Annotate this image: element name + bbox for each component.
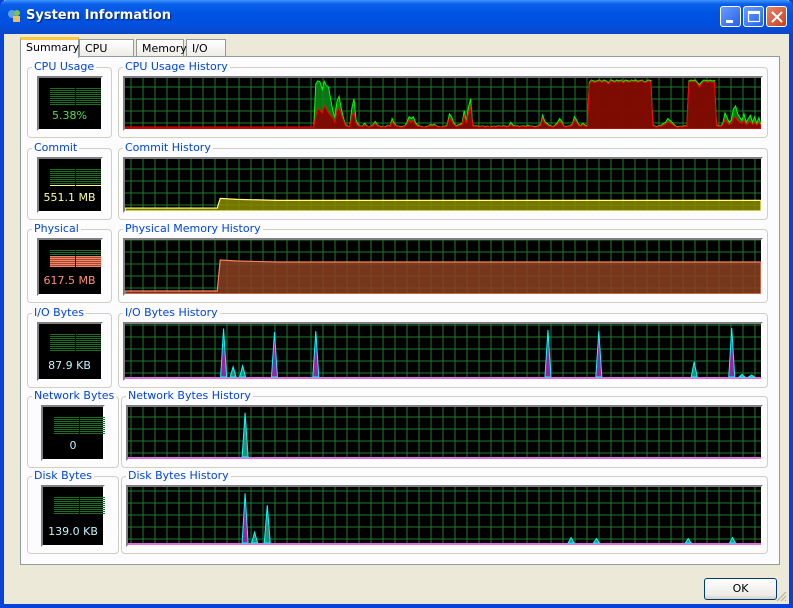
baseline <box>128 457 761 459</box>
network-bytes-meter: 0 <box>41 405 105 461</box>
network-bytes-history-group: Network Bytes History <box>121 389 768 468</box>
system-information-window: System Information Summary CPU Memory I/… <box>0 0 793 608</box>
tab-io[interactable]: I/O <box>186 39 226 57</box>
cpu-usage-meter-bars <box>49 88 101 105</box>
commit-history-group: Commit History <box>118 141 768 220</box>
maximize-button[interactable] <box>743 6 764 27</box>
ok-button[interactable]: OK <box>704 578 777 600</box>
close-button[interactable] <box>766 6 787 27</box>
spike <box>312 331 320 378</box>
disk-bytes-history-label: Disk Bytes History <box>126 469 231 482</box>
commit-meter-label: Commit <box>32 141 80 154</box>
physical-chart-svg <box>125 240 761 294</box>
physical-history-graph <box>123 238 763 296</box>
title-bar[interactable]: System Information <box>0 0 793 34</box>
maximize-icon <box>747 10 761 23</box>
network-bytes-history-label: Network Bytes History <box>126 389 253 402</box>
io-bytes-chart-svg <box>125 324 761 379</box>
spike <box>263 505 271 544</box>
commit-chart-svg <box>125 159 761 211</box>
physical-meter-group: Physical 617.5 MB <box>27 222 112 303</box>
cpu-usage-history-graph <box>123 76 763 131</box>
spike <box>567 536 575 544</box>
network-bytes-meter-label: Network Bytes <box>32 389 117 402</box>
tab-summary[interactable]: Summary <box>20 37 79 58</box>
commit-meter-value: 551.1 MB <box>43 191 96 204</box>
io-bytes-meter-bars <box>49 334 101 351</box>
network-bytes-chart-svg <box>128 407 761 459</box>
commit-series <box>125 197 761 211</box>
spike <box>270 332 278 378</box>
spike <box>229 365 237 378</box>
io-bytes-meter-group: I/O Bytes 87.9 KB <box>27 306 112 388</box>
disk-bytes-meter-group: Disk Bytes 139.0 KB <box>27 469 119 554</box>
window-title: System Information <box>26 8 171 23</box>
spike <box>241 493 249 544</box>
physical-meter: 617.5 MB <box>36 238 103 296</box>
spike <box>746 374 757 378</box>
tab-memory[interactable]: Memory <box>136 39 187 57</box>
tab-cpu[interactable]: CPU <box>79 39 134 57</box>
baseline <box>128 543 761 545</box>
disk-bytes-meter: 139.0 KB <box>41 485 105 547</box>
network-bytes-meter-group: Network Bytes 0 <box>27 389 119 468</box>
spike <box>250 530 259 544</box>
physical-meter-bars <box>49 250 101 267</box>
network-bytes-meter-bars <box>54 417 105 434</box>
disk-bytes-meter-label: Disk Bytes <box>32 469 94 482</box>
cpu-usage-meter-group: CPU Usage 5.38% <box>27 60 112 138</box>
physical-history-label: Physical Memory History <box>123 222 263 235</box>
summary-panel: CPU Usage 5.38% CPU Usage History Commit 551… <box>20 56 780 565</box>
physical-meter-value: 617.5 MB <box>43 274 96 287</box>
io-bytes-meter-label: I/O Bytes <box>32 306 86 319</box>
network-bytes-history-graph <box>126 405 763 461</box>
resize-grip-icon[interactable] <box>775 590 787 602</box>
cpu-usage-history-label: CPU Usage History <box>123 60 230 73</box>
physical-series <box>125 259 761 294</box>
io-bytes-meter-value: 87.9 KB <box>48 359 91 372</box>
spike <box>690 361 698 378</box>
spike <box>220 328 228 378</box>
close-icon <box>771 11 783 23</box>
cpu-usage-chart-svg <box>125 78 761 129</box>
system-info-icon <box>8 10 20 22</box>
commit-meter-bars <box>49 169 101 186</box>
physical-history-group: Physical Memory History <box>118 222 768 303</box>
io-bytes-history-group: I/O Bytes History <box>118 306 768 388</box>
spike <box>241 412 249 458</box>
physical-meter-label: Physical <box>32 222 81 235</box>
spike <box>728 328 736 378</box>
disk-bytes-meter-value: 139.0 KB <box>48 525 98 538</box>
commit-meter-group: Commit 551.1 MB <box>27 141 112 220</box>
io-bytes-history-label: I/O Bytes History <box>123 306 220 319</box>
network-bytes-meter-value: 0 <box>69 439 77 452</box>
cpu-usage-history-group: CPU Usage History <box>118 60 768 138</box>
spike <box>737 373 747 378</box>
io-bytes-history-graph <box>123 322 763 381</box>
spike <box>728 536 737 544</box>
spike <box>595 331 603 378</box>
disk-bytes-meter-bars <box>54 497 105 514</box>
spike <box>239 363 247 378</box>
minimize-button[interactable] <box>720 6 741 27</box>
disk-bytes-history-group: Disk Bytes History <box>121 469 768 554</box>
commit-history-label: Commit History <box>123 141 213 154</box>
cpu-usage-meter: 5.38% <box>36 76 103 131</box>
disk-bytes-history-graph <box>126 485 763 547</box>
cpu-usage-meter-label: CPU Usage <box>32 60 97 73</box>
disk-bytes-chart-svg <box>128 487 761 545</box>
minimize-icon <box>726 20 733 23</box>
commit-history-graph <box>123 157 763 213</box>
io-bytes-meter: 87.9 KB <box>36 322 103 381</box>
commit-meter: 551.1 MB <box>36 157 103 213</box>
cpu-usage-meter-value: 5.38% <box>52 109 87 122</box>
